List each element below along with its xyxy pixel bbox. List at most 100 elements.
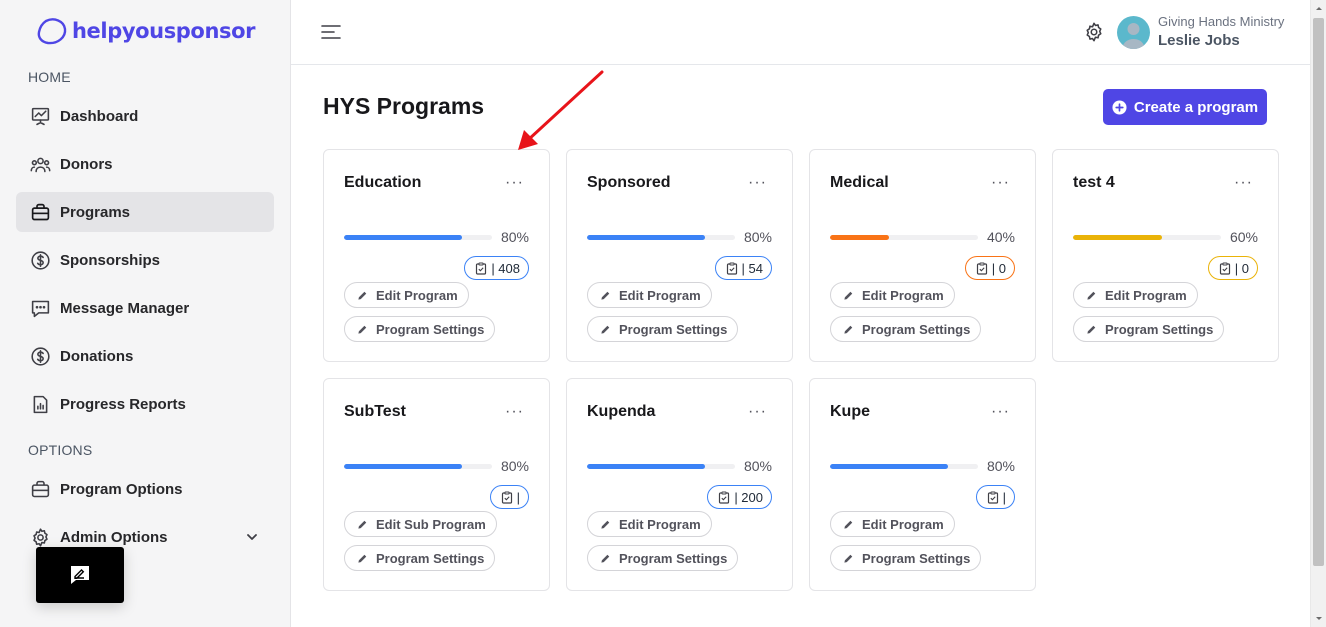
edit-program-button[interactable]: Edit Program <box>587 511 712 537</box>
program-card: test 4 ··· 60% | 0 Edit Program Program Setti… <box>1052 149 1279 362</box>
program-settings-button[interactable]: Program Settings <box>344 316 496 342</box>
program-card: SubTest ··· 80% | Edit Sub Program Program Se… <box>323 378 550 591</box>
sponsorship-count-badge[interactable]: | <box>489 485 529 509</box>
edit-program-button[interactable]: Edit Program <box>587 282 712 308</box>
menu-toggle-icon[interactable] <box>321 22 341 42</box>
sidebar-item-donations[interactable]: Donations <box>16 336 274 376</box>
pencil-icon <box>844 291 853 300</box>
sidebar-item-dashboard[interactable]: Dashboard <box>16 96 274 136</box>
edit-label: Edit Program <box>619 516 701 532</box>
progress-fill <box>830 464 949 469</box>
sponsorship-count-badge[interactable]: | 408 <box>464 256 529 280</box>
pencil-icon <box>844 554 853 563</box>
count-label: | <box>516 489 520 505</box>
scroll-down-icon[interactable] <box>1314 614 1324 624</box>
settings-gear-icon[interactable] <box>1083 21 1105 43</box>
sidebar-item-progress-reports[interactable]: Progress Reports <box>16 384 274 424</box>
edit-program-button[interactable]: Edit Program <box>830 282 955 308</box>
message-icon <box>29 297 51 319</box>
edit-label: Edit Program <box>376 287 458 303</box>
report-icon <box>29 393 51 415</box>
more-options-icon[interactable]: ··· <box>991 174 1010 192</box>
program-name[interactable]: Kupe <box>830 403 870 421</box>
create-program-button[interactable]: Create a program <box>1103 89 1267 125</box>
clipboard-icon <box>1219 262 1230 275</box>
program-name[interactable]: SubTest <box>344 403 406 421</box>
plus-circle-icon <box>1112 99 1127 115</box>
user-avatar-icon <box>1122 23 1145 49</box>
clipboard-icon <box>987 491 998 504</box>
dollar-circle-icon <box>29 345 51 367</box>
sponsorship-count-badge[interactable]: | 54 <box>714 256 772 280</box>
sidebar-item-program-options[interactable]: Program Options <box>16 469 274 509</box>
more-options-icon[interactable]: ··· <box>1234 174 1253 192</box>
program-name[interactable]: Medical <box>830 174 889 192</box>
edit-program-button[interactable]: Edit Program <box>830 511 955 537</box>
scroll-thumb[interactable] <box>1313 18 1324 566</box>
progress-percent: 80% <box>500 229 529 245</box>
edit-program-button[interactable]: Edit Sub Program <box>344 511 497 537</box>
settings-label: Program Settings <box>376 550 485 566</box>
gear-icon <box>29 526 51 548</box>
sidebar-item-programs[interactable]: Programs <box>16 192 274 232</box>
sponsorship-count-badge[interactable]: | 200 <box>707 485 772 509</box>
program-card: Education ··· 80% | 408 Edit Program Program … <box>323 149 550 362</box>
sidebar-item-label: Admin Options <box>60 528 168 546</box>
chat-button[interactable] <box>36 547 124 603</box>
program-settings-button[interactable]: Program Settings <box>587 545 739 571</box>
progress-bar <box>344 235 492 240</box>
more-options-icon[interactable]: ··· <box>748 403 767 421</box>
count-label: | 408 <box>491 260 520 276</box>
settings-label: Program Settings <box>619 321 728 337</box>
section-options: OPTIONS <box>28 442 93 458</box>
more-options-icon[interactable]: ··· <box>505 403 524 421</box>
edit-program-button[interactable]: Edit Program <box>344 282 469 308</box>
progress-percent: 60% <box>1229 229 1258 245</box>
sponsorship-count-badge[interactable]: | <box>975 485 1015 509</box>
sidebar-item-donors[interactable]: Donors <box>16 144 274 184</box>
program-name[interactable]: Sponsored <box>587 174 671 192</box>
count-label: | 0 <box>1234 260 1249 276</box>
settings-label: Program Settings <box>376 321 485 337</box>
edit-program-button[interactable]: Edit Program <box>1073 282 1198 308</box>
program-name[interactable]: Kupenda <box>587 403 655 421</box>
dollar-circle-icon <box>29 249 51 271</box>
sponsorship-count-badge[interactable]: | 0 <box>964 256 1015 280</box>
progress-bar <box>1073 235 1221 240</box>
sponsorship-count-badge[interactable]: | 0 <box>1207 256 1258 280</box>
progress-percent: 40% <box>986 229 1015 245</box>
more-options-icon[interactable]: ··· <box>748 174 767 192</box>
avatar[interactable] <box>1117 16 1150 49</box>
page-title: HYS Programs <box>323 93 485 119</box>
program-name[interactable]: test 4 <box>1073 174 1115 192</box>
sidebar-item-sponsorships[interactable]: Sponsorships <box>16 240 274 280</box>
chat-compose-icon <box>71 566 89 584</box>
user-name[interactable]: Leslie Jobs <box>1158 32 1240 49</box>
page-scrollbar[interactable] <box>1310 0 1326 627</box>
program-settings-button[interactable]: Program Settings <box>830 545 982 571</box>
program-settings-button[interactable]: Program Settings <box>344 545 496 571</box>
briefcase-icon <box>29 201 51 223</box>
scroll-up-icon[interactable] <box>1314 3 1324 13</box>
sidebar-item-label: Progress Reports <box>60 395 186 413</box>
pencil-icon <box>601 291 610 300</box>
progress-percent: 80% <box>743 229 772 245</box>
pencil-icon <box>844 520 853 529</box>
sidebar: helpyousponsor HOME Dashboard Donors Pro… <box>0 0 291 627</box>
program-settings-button[interactable]: Program Settings <box>587 316 739 342</box>
progress-bar <box>830 235 978 240</box>
program-name[interactable]: Education <box>344 174 421 192</box>
sidebar-item-message-manager[interactable]: Message Manager <box>16 288 274 328</box>
more-options-icon[interactable]: ··· <box>991 403 1010 421</box>
briefcase-icon <box>29 478 51 500</box>
program-settings-button[interactable]: Program Settings <box>1073 316 1225 342</box>
edit-label: Edit Program <box>862 516 944 532</box>
more-options-icon[interactable]: ··· <box>505 174 524 192</box>
sidebar-item-label: Dashboard <box>60 107 139 125</box>
program-settings-button[interactable]: Program Settings <box>830 316 982 342</box>
progress-fill <box>344 235 463 240</box>
brand-logo[interactable]: helpyousponsor <box>36 14 255 48</box>
edit-label: Edit Sub Program <box>376 516 486 532</box>
chevron-down-icon[interactable] <box>244 529 260 545</box>
pencil-icon <box>601 520 610 529</box>
